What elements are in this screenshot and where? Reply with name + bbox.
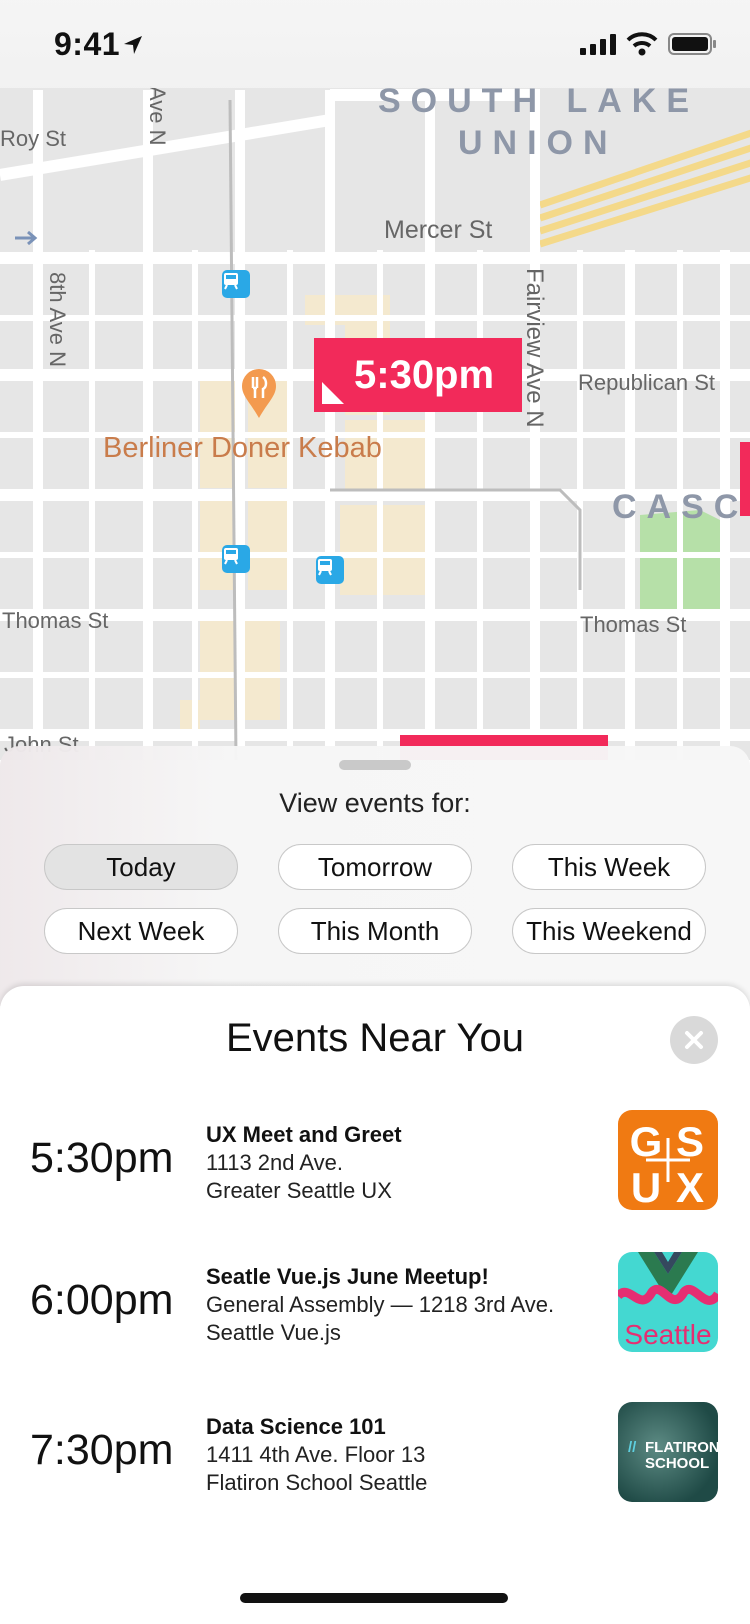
area-label: UNION xyxy=(458,124,618,162)
close-button[interactable] xyxy=(670,1016,718,1064)
events-card: Events Near You 5:30pm UX Meet and Greet… xyxy=(0,986,750,1624)
street-label: Thomas St xyxy=(580,612,687,637)
home-indicator[interactable] xyxy=(240,1593,508,1603)
filter-chip-this-week[interactable]: This Week xyxy=(512,844,706,890)
sheet-grabber[interactable] xyxy=(339,760,411,770)
event-address: 1411 4th Ave. Floor 13 xyxy=(206,1442,426,1467)
filter-chip-tomorrow[interactable]: Tomorrow xyxy=(278,844,472,890)
close-icon xyxy=(685,1031,703,1049)
event-title: Seatle Vue.js June Meetup! xyxy=(206,1264,489,1289)
street-label: Mercer St xyxy=(384,216,493,244)
filter-chip-this-weekend[interactable]: This Weekend xyxy=(512,908,706,954)
svg-text:S: S xyxy=(676,1118,704,1165)
status-bar: 9:41 xyxy=(0,0,750,88)
event-address: 1113 2nd Ave. xyxy=(206,1150,344,1175)
wifi-icon xyxy=(626,32,658,61)
gsux-logo: GSUX xyxy=(618,1110,718,1210)
street-label: 8th Ave N xyxy=(45,272,70,367)
event-organizer: Greater Seattle UX xyxy=(206,1178,392,1203)
filter-chip-next-week[interactable]: Next Week xyxy=(44,908,238,954)
area-label: CASC xyxy=(612,488,749,526)
poi-label[interactable]: Berliner Doner Kebab xyxy=(103,432,382,465)
location-arrow-icon xyxy=(122,34,144,61)
tram-icon xyxy=(222,545,250,573)
svg-text://: // xyxy=(628,1439,637,1456)
filter-chip-today[interactable]: Today xyxy=(44,844,238,890)
event-row[interactable]: 5:30pm UX Meet and Greet 1113 2nd Ave. G… xyxy=(0,1110,750,1220)
pin-corner-icon xyxy=(322,382,344,404)
event-address: General Assembly — 1218 3rd Ave. xyxy=(206,1292,555,1317)
street-label: Roy St xyxy=(0,126,67,151)
street-label: Thomas St xyxy=(2,608,109,633)
svg-text:X: X xyxy=(676,1164,704,1210)
svg-text:FLATIRON: FLATIRON xyxy=(645,1439,718,1456)
events-title: Events Near You xyxy=(226,1016,524,1060)
event-pin[interactable]: 5:30pm xyxy=(314,338,522,412)
street-label: Ave N xyxy=(145,86,170,146)
event-organizer: Flatiron School Seattle xyxy=(206,1470,428,1495)
battery-icon xyxy=(668,32,718,61)
tram-icon xyxy=(222,270,250,298)
event-row[interactable]: 7:30pm Data Science 101 1411 4th Ave. Fl… xyxy=(0,1402,750,1512)
flatiron-logo: // FLATIRON SCHOOL xyxy=(618,1402,718,1502)
event-organizer: Seattle Vue.js xyxy=(206,1320,341,1345)
event-time: 7:30pm xyxy=(30,1426,174,1474)
event-time: 5:30pm xyxy=(30,1134,174,1182)
street-label: Republican St xyxy=(578,370,715,395)
event-title: UX Meet and Greet xyxy=(206,1122,402,1147)
svg-text:U: U xyxy=(631,1164,661,1210)
filter-chip-this-month[interactable]: This Month xyxy=(278,908,472,954)
status-time: 9:41 xyxy=(54,26,121,62)
map-view[interactable]: Roy St Mercer St 8th Ave N Fairview Ave … xyxy=(0,0,750,760)
svg-text:G: G xyxy=(630,1118,663,1165)
event-title: Data Science 101 xyxy=(206,1414,386,1439)
filter-title: View events for: xyxy=(279,788,471,818)
svg-text:SCHOOL: SCHOOL xyxy=(645,1455,709,1472)
vuejs-logo: Seattle xyxy=(618,1252,718,1352)
svg-text:Seattle: Seattle xyxy=(624,1319,711,1350)
event-row[interactable]: 6:00pm Seatle Vue.js June Meetup! Genera… xyxy=(0,1252,750,1362)
street-label: Fairview Ave N xyxy=(521,268,548,428)
event-time: 6:00pm xyxy=(30,1276,174,1324)
filter-options: Today Tomorrow This Week Next Week This … xyxy=(44,844,706,954)
tram-icon xyxy=(316,556,344,584)
filter-sheet: View events for: Today Tomorrow This Wee… xyxy=(0,746,750,1006)
cellular-signal-icon xyxy=(580,33,616,60)
